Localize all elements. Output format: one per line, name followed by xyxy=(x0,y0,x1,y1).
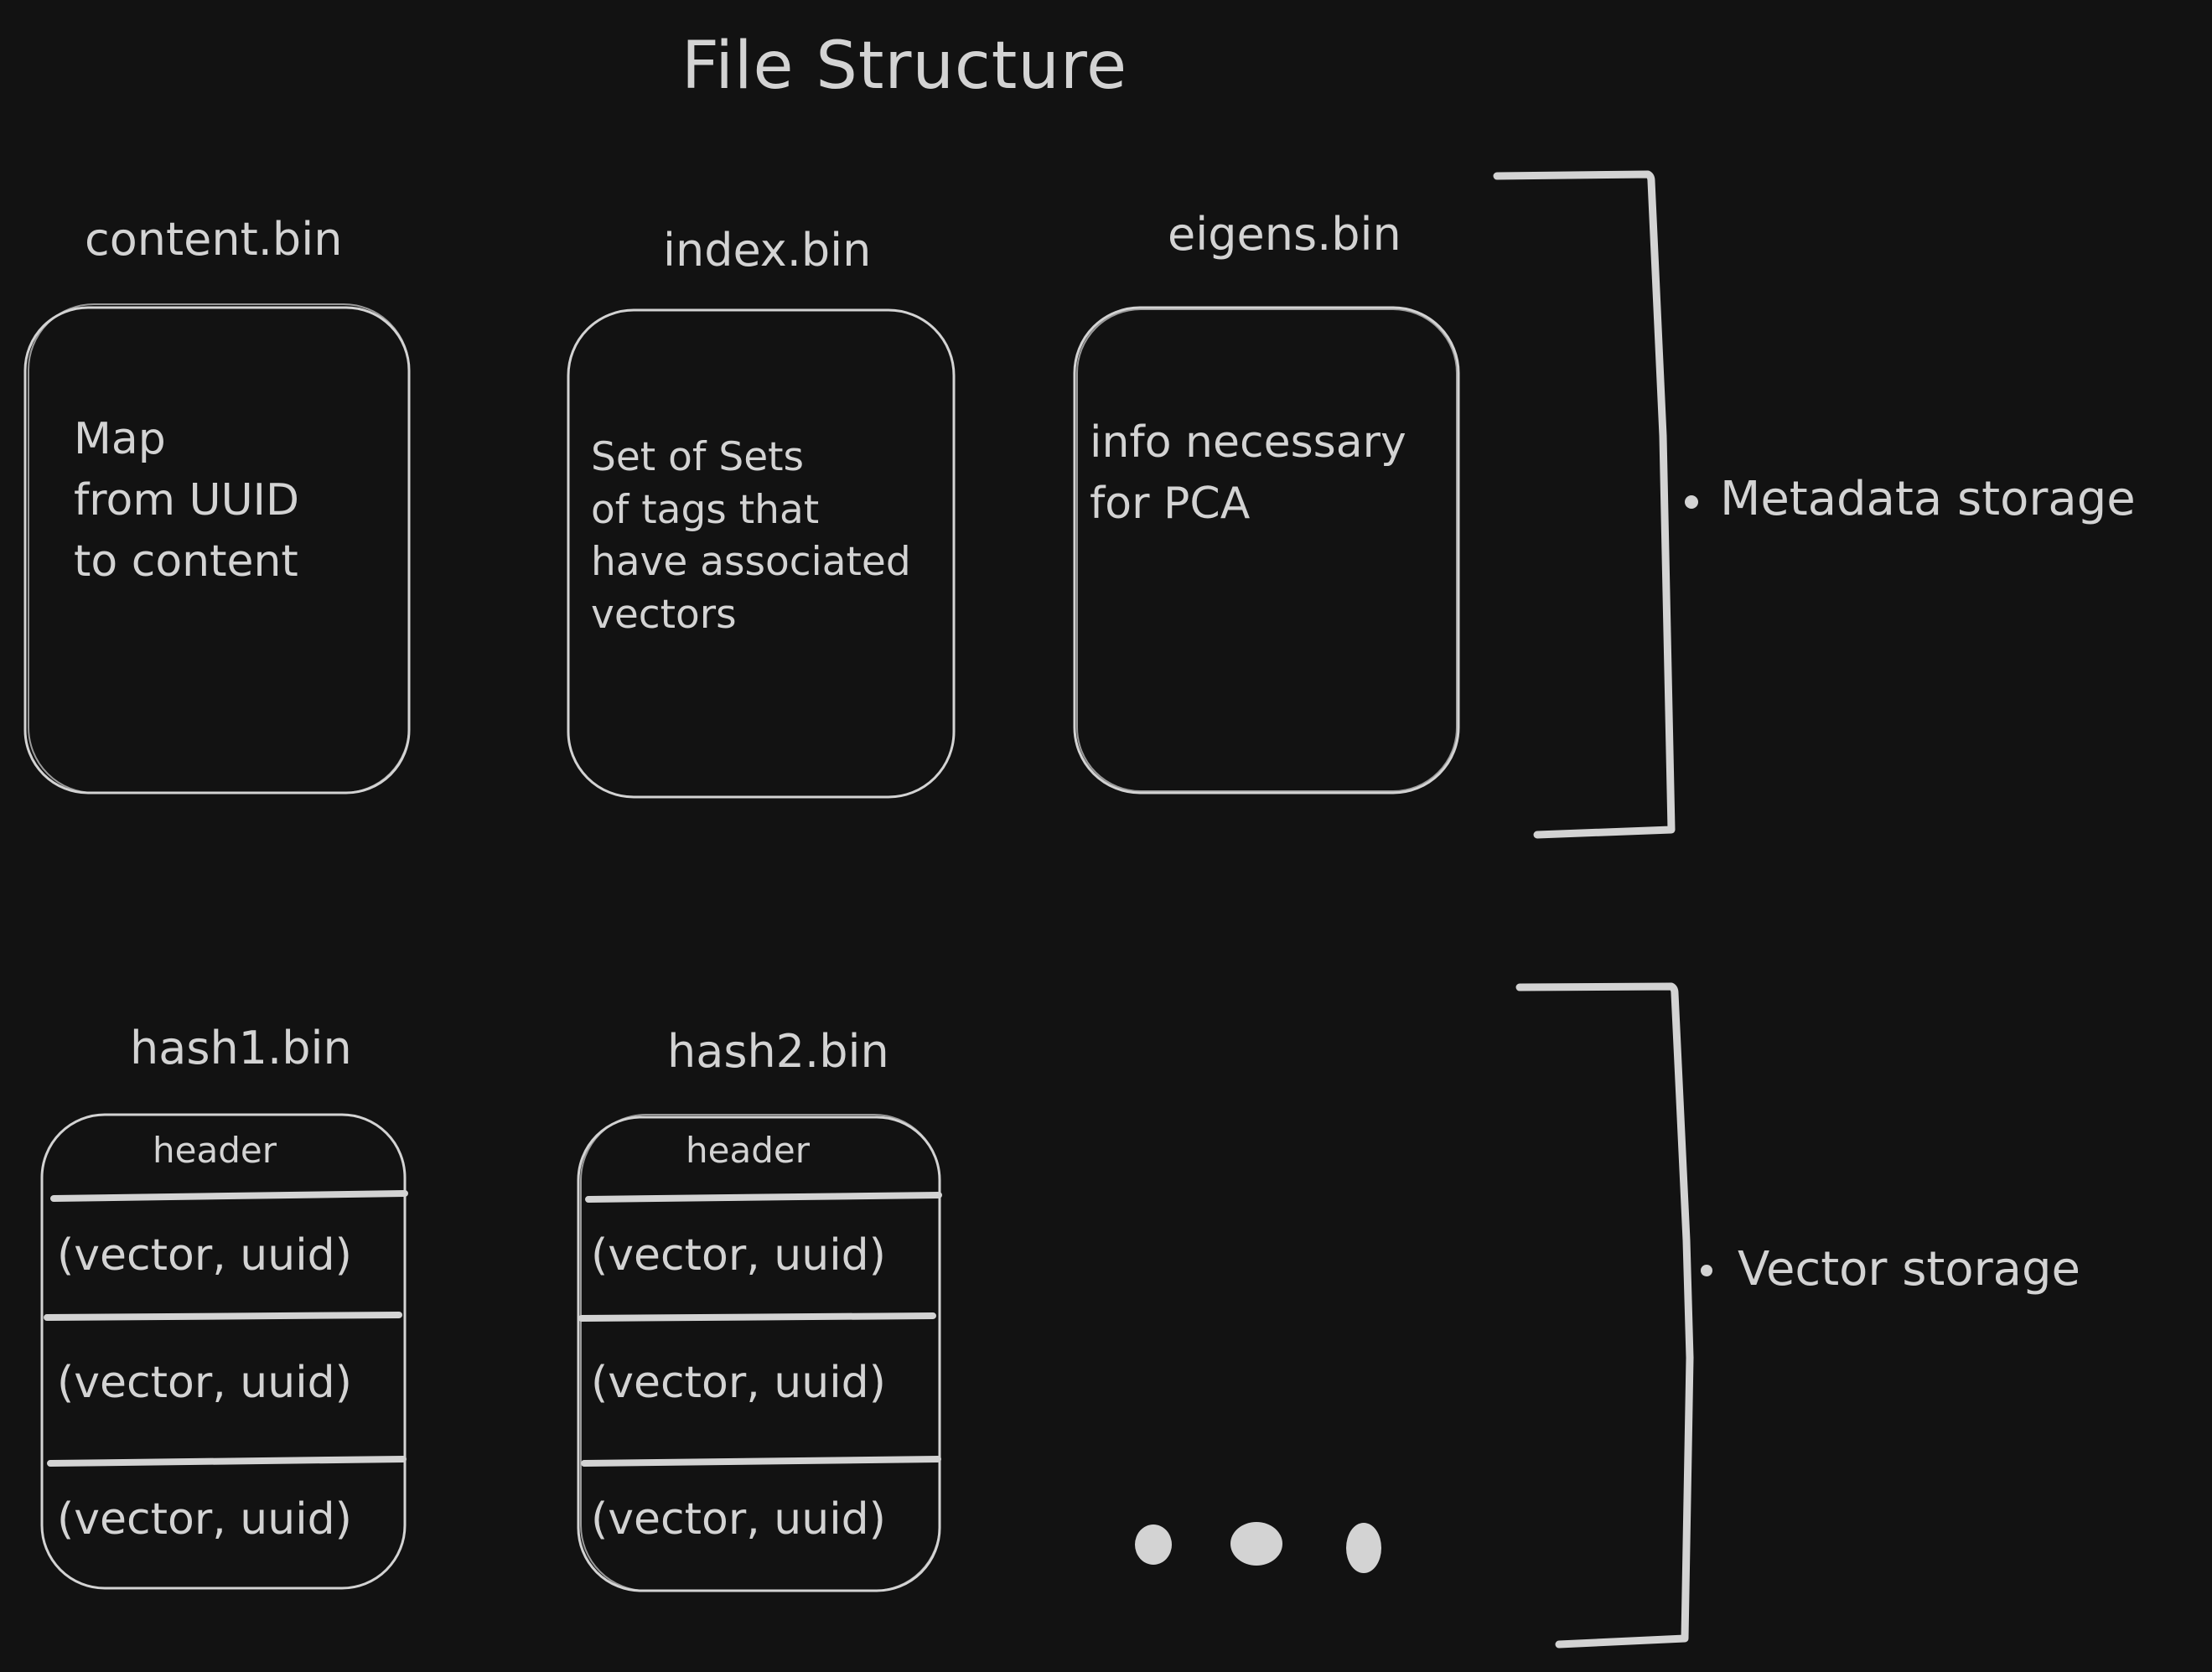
hash1-header-cell: header xyxy=(153,1130,277,1171)
hash2-divider-row1 xyxy=(578,1312,936,1322)
file-label-content-bin: content.bin xyxy=(85,213,343,266)
hash1-row-3: (vector, uuid) xyxy=(57,1494,352,1545)
vector-storage-label: Vector storage xyxy=(1738,1242,2080,1297)
diagram-title: File Structure xyxy=(681,28,1128,104)
eigens-bin-description: info necessary for PCA xyxy=(1090,417,1406,529)
ellipsis-dot-3 xyxy=(1346,1523,1381,1573)
ellipsis-dot-1 xyxy=(1135,1524,1172,1565)
hash1-row-2: (vector, uuid) xyxy=(57,1358,352,1408)
hash2-divider-row2 xyxy=(581,1456,941,1467)
metadata-connector-dot xyxy=(1685,495,1698,509)
hash1-row-1: (vector, uuid) xyxy=(57,1230,352,1281)
ellipsis-dot-2 xyxy=(1230,1522,1282,1566)
vector-connector-dot xyxy=(1701,1265,1712,1276)
hash1-divider-row2 xyxy=(47,1456,407,1467)
hash1-divider-header xyxy=(50,1190,408,1202)
content-bin-description: Map from UUID to content xyxy=(74,414,300,587)
hash2-row-2: (vector, uuid) xyxy=(591,1358,886,1408)
file-label-eigens-bin: eigens.bin xyxy=(1168,208,1401,261)
vector-bracket xyxy=(1515,982,1694,1649)
metadata-bracket xyxy=(1493,170,1676,839)
file-label-hash2-bin: hash2.bin xyxy=(667,1025,889,1078)
index-bin-description: Set of Sets of tags that have associated… xyxy=(591,434,911,638)
hash2-row-3: (vector, uuid) xyxy=(591,1494,886,1545)
ellipsis-more-files xyxy=(1135,1522,1381,1573)
hash1-divider-row1 xyxy=(44,1312,402,1321)
hash2-row-1: (vector, uuid) xyxy=(591,1230,886,1281)
file-label-index-bin: index.bin xyxy=(663,224,872,277)
file-label-hash1-bin: hash1.bin xyxy=(130,1022,352,1074)
hash2-divider-header xyxy=(585,1192,942,1203)
eigens-bin-box xyxy=(1073,306,1460,795)
metadata-storage-label: Metadata storage xyxy=(1720,472,2136,526)
hash2-header-cell: header xyxy=(686,1130,810,1171)
